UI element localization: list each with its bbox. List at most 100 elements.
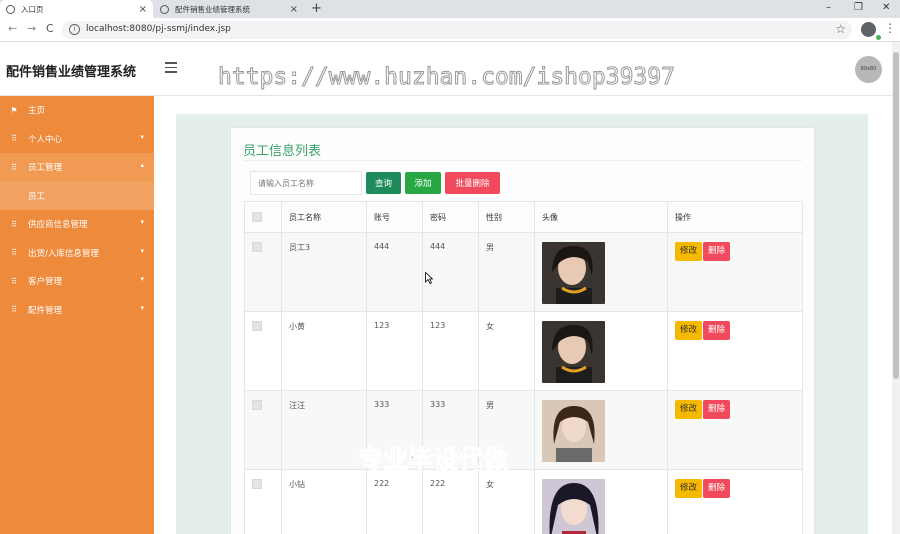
cell-name: 小钻 [281, 469, 367, 534]
back-button[interactable]: ← [8, 22, 17, 36]
sidebar-item-label: 客户管理 [28, 277, 63, 288]
avatar-photo [542, 400, 605, 462]
avatar-photo [542, 321, 605, 383]
browser-toolbar: ← → C i localhost:8080/pj-ssmj/index.jsp… [0, 18, 900, 42]
sidebar-item-home[interactable]: ⚑ 主页 [0, 96, 154, 125]
cell-name: 小黄 [281, 311, 367, 391]
column-header: 员工名称 [281, 201, 367, 233]
grid-icon: ⠿ [11, 276, 17, 286]
flag-icon: ⚑ [10, 105, 18, 115]
row-checkbox[interactable] [252, 242, 262, 252]
hamburger-menu-icon[interactable] [165, 62, 177, 76]
select-all-checkbox[interactable] [252, 212, 262, 222]
scrollbar-thumb[interactable] [893, 52, 899, 379]
grid-icon: ⠿ [11, 162, 17, 172]
table-row: 员工3 444 444 男 修改 删除 [244, 232, 803, 312]
url-text[interactable]: localhost:8080/pj-ssmj/index.jsp [86, 24, 231, 34]
sidebar-item-label: 员工管理 [28, 163, 63, 174]
globe-icon [6, 4, 15, 14]
browser-tab-title: 配件销售业绩管理系统 [175, 4, 250, 14]
vertical-scrollbar[interactable] [892, 42, 900, 534]
column-header: 操作 [667, 201, 803, 233]
bookmark-star-icon[interactable]: ☆ [835, 22, 846, 36]
sidebar-item-shipment-mgmt[interactable]: ⠿ 出货/入库信息管理 ▾ [0, 239, 154, 268]
minimize-button[interactable]: – [826, 0, 831, 16]
cell-name: 汪汪 [281, 390, 367, 470]
row-checkbox[interactable] [252, 479, 262, 489]
employee-list-card: 员工信息列表 查询 添加 批量删除 员工名称 账号 密码 性别 头像 操作 员工… [231, 128, 814, 534]
tab-close-icon[interactable]: × [139, 4, 147, 15]
watermark-url: https://www.huzhan.com/ishop39397 [218, 64, 676, 91]
employee-table: 员工名称 账号 密码 性别 头像 操作 员工3 444 444 男 修改删除 [244, 201, 803, 534]
browser-menu-icon[interactable]: ⋮ [884, 21, 896, 35]
edit-button[interactable]: 修改 [675, 321, 703, 340]
header-select-all[interactable] [244, 201, 282, 233]
employee-name-search-input[interactable] [250, 171, 362, 195]
app-brand-title: 配件销售业绩管理系统 [6, 65, 137, 80]
cell-account: 123 [366, 311, 423, 391]
sidebar-subitem-employee[interactable]: 员工 [0, 181, 154, 210]
delete-button[interactable]: 删除 [703, 400, 731, 419]
edit-button[interactable]: 修改 [675, 400, 703, 419]
cell-account: 444 [366, 232, 423, 312]
sidebar-item-label: 个人中心 [28, 134, 63, 145]
online-status-dot [876, 35, 881, 40]
browser-tab-2[interactable]: 配件销售业绩管理系统 × [154, 0, 304, 18]
browser-tab-title: 入口页 [21, 4, 44, 14]
row-checkbox[interactable] [252, 400, 262, 410]
sidebar-item-label: 出货/入库信息管理 [28, 248, 99, 259]
profile-avatar-icon[interactable] [861, 22, 876, 37]
sidebar-item-profile[interactable]: ⠿ 个人中心 ▾ [0, 125, 154, 154]
sidebar-item-label: 主页 [28, 106, 46, 117]
chevron-down-icon: ▾ [140, 275, 144, 283]
chevron-down-icon: ▾ [140, 218, 144, 226]
tab-close-icon[interactable]: × [290, 4, 298, 15]
mouse-cursor-icon [425, 272, 433, 284]
column-header: 账号 [366, 201, 423, 233]
grid-icon: ⠿ [11, 305, 17, 315]
column-header: 头像 [534, 201, 668, 233]
chevron-down-icon: ▾ [140, 132, 144, 141]
address-bar[interactable]: i localhost:8080/pj-ssmj/index.jsp ☆ [62, 21, 852, 39]
row-checkbox[interactable] [252, 321, 262, 331]
delete-button[interactable]: 删除 [703, 242, 731, 261]
cell-gender: 男 [478, 232, 535, 312]
avatar-photo [542, 479, 605, 534]
promo-overlay-text: 专业毕设代做 [357, 445, 509, 475]
avatar-photo [542, 242, 605, 304]
browser-tabstrip: 入口页 × 配件销售业绩管理系统 × + – ❐ ✕ [0, 0, 900, 18]
user-avatar[interactable]: 80x80 [855, 56, 882, 83]
info-icon[interactable]: i [69, 24, 80, 35]
chevron-down-icon: ▾ [140, 246, 144, 255]
delete-button[interactable]: 删除 [703, 321, 731, 340]
table-row: 小黄 123 123 女 修改 删除 [244, 311, 803, 391]
batch-delete-button[interactable]: 批量删除 [445, 172, 500, 194]
window-close-button[interactable]: ✕ [882, 0, 890, 16]
sidebar-item-employee-mgmt[interactable]: ⠿ 员工管理 ▴ [0, 153, 154, 182]
reload-button[interactable]: C [46, 22, 54, 36]
browser-tab-1[interactable]: 入口页 × [0, 0, 153, 18]
grid-icon: ⠿ [11, 134, 17, 144]
forward-button[interactable]: → [27, 22, 36, 36]
sidebar-item-customer-mgmt[interactable]: ⠿ 客户管理 ▾ [0, 267, 154, 296]
sidebar: ⚑ 主页 ⠿ 个人中心 ▾ ⠿ 员工管理 ▴ 员工 ⠿ 供应商信息管理 ▾ ⠿ … [0, 96, 154, 534]
title-divider [243, 160, 802, 161]
sidebar-item-supplier-mgmt[interactable]: ⠿ 供应商信息管理 ▾ [0, 210, 154, 239]
delete-button[interactable]: 删除 [703, 479, 731, 498]
grid-icon: ⠿ [11, 248, 17, 258]
sidebar-item-label: 配件管理 [28, 305, 63, 316]
cell-gender: 女 [478, 311, 535, 391]
chevron-up-icon: ▴ [140, 161, 144, 169]
column-header: 性别 [478, 201, 535, 233]
edit-button[interactable]: 修改 [675, 479, 703, 498]
table-row: 小钻 222 222 女 修改 删除 [244, 469, 803, 534]
globe-icon [160, 4, 169, 14]
sidebar-item-label: 供应商信息管理 [28, 220, 88, 231]
add-button[interactable]: 添加 [405, 172, 441, 194]
new-tab-button[interactable]: + [311, 0, 322, 17]
sidebar-item-parts-mgmt[interactable]: ⠿ 配件管理 ▾ [0, 296, 154, 325]
maximize-button[interactable]: ❐ [854, 0, 863, 16]
edit-button[interactable]: 修改 [675, 242, 703, 261]
cell-account: 222 [366, 469, 423, 534]
query-button[interactable]: 查询 [366, 172, 401, 194]
